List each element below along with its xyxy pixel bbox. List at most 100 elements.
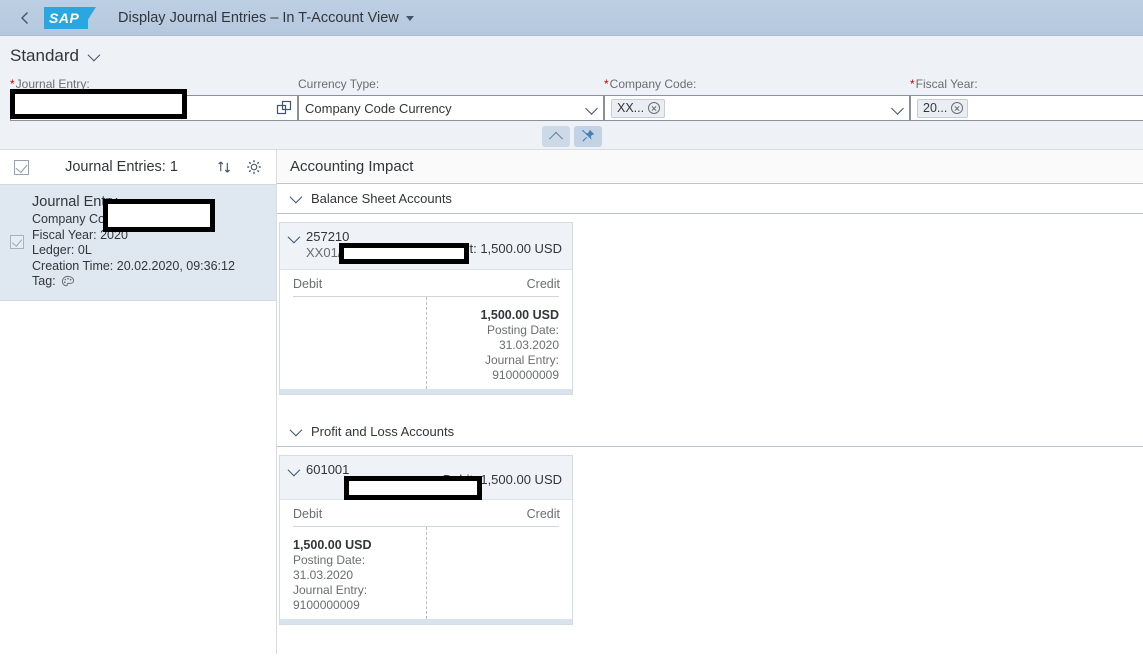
value-help-icon[interactable] [276,100,293,117]
t-account-credit-column [426,527,559,619]
t-account-column-headers: Debit Credit [280,270,572,296]
chevron-down-icon[interactable] [287,230,301,244]
palette-glyph [61,275,74,286]
list-item-tag-row: Tag: [32,274,266,290]
t-account-wrap-profit-loss: 601001 Debit: 1,500.00 USD Debit Credit [277,447,1143,625]
company-code-multiinput[interactable]: XX... [604,95,910,121]
pin-icon [581,129,594,142]
entry-amount: 1,500.00 USD [293,538,372,552]
list-item-ledger: Ledger: 0L [32,243,92,257]
chevron-down-icon[interactable] [289,423,303,437]
filter-bar: Standard *Journal Entry: Currency Type: [0,36,1143,150]
currency-type-value: Company Code Currency [305,100,452,116]
accounting-impact-pane: Accounting Impact Balance Sheet Accounts… [277,150,1143,654]
debit-column-header: Debit [293,277,323,291]
t-account-debit-column: 1,500.00 USD Posting Date: 31.03.2020 Jo… [293,527,426,619]
fiscal-year-token[interactable]: 20... [917,98,969,118]
debit-column-header: Debit [293,507,323,521]
variant-row: Standard [0,36,1143,76]
gear-icon[interactable] [244,157,264,177]
list-item-content: Journal Entry Company Code Fiscal Year: … [32,193,266,290]
t-account-body: Debit Credit 1,500.00 USD Posting Date: … [280,270,572,394]
entry-journal-entry: 9100000009 [492,368,559,382]
entry-journal-entry-label: Journal Entry: [484,353,559,367]
t-account-header-texts: 601001 [306,462,482,500]
t-account-header[interactable]: 601001 Debit: 1,500.00 USD [280,456,572,500]
filter-field-currency-type: Currency Type: Company Code Currency [298,76,604,121]
t-account-body: Debit Credit 1,500.00 USD Posting Date: … [280,500,572,624]
token-label: XX... [617,101,645,115]
filter-bar-actions [0,121,1143,149]
token-label: 20... [923,101,948,115]
list-header: Journal Entries: 1 [0,150,276,184]
group-label: Balance Sheet Accounts [311,191,452,206]
list-header-title: Journal Entries: 1 [65,159,178,175]
credit-column-header: Credit [526,277,560,291]
token-remove-icon[interactable] [951,102,964,114]
entry-journal-entry-label: Journal Entry: [293,583,368,597]
t-account-card: 257210 XX01/0L/2020 Credit: 1,500.00 USD… [279,222,573,395]
filter-field-fiscal-year: *Fiscal Year: 20... [910,76,1143,121]
collapse-filter-bar-button[interactable] [541,125,570,147]
chevron-down-icon[interactable] [287,463,301,477]
app-title-menu[interactable]: Display Journal Entries – In T-Account V… [118,10,414,26]
t-account-columns: 1,500.00 USD Posting Date: 31.03.2020 Jo… [280,297,572,389]
gear-glyph [247,160,261,174]
page-title: Display Journal Entries – In T-Account V… [118,9,399,26]
back-arrow-icon[interactable] [12,5,38,31]
filter-field-company-code: *Company Code: XX... [604,76,910,121]
dropdown-arrow-icon[interactable] [585,102,598,115]
filter-field-journal-entry: *Journal Entry: [10,76,298,121]
logo-text: SAP [49,9,80,26]
t-account-columns: 1,500.00 USD Posting Date: 31.03.2020 Jo… [280,527,572,619]
variant-selector[interactable]: Standard [10,46,101,66]
t-account-credit-column: 1,500.00 USD Posting Date: 31.03.2020 Jo… [426,297,559,389]
entry-posting-date-label: Posting Date: [293,553,366,567]
journal-entries-list-pane: Journal Entries: 1 Journal Entry Company… [0,150,277,654]
t-account-column-headers: Debit Credit [280,500,572,526]
caret-down-icon[interactable] [405,16,414,21]
dropdown-arrow-icon[interactable] [891,102,904,115]
credit-column-header: Credit [526,507,560,521]
shell-header: SAP Display Journal Entries – In T-Accou… [0,0,1143,36]
t-account-footer-bar [280,619,572,624]
required-indicator: * [604,77,609,91]
fiscal-year-multiinput[interactable]: 20... [910,95,1143,121]
back-arrow-glyph [21,11,28,24]
redaction-box-account-description [339,243,469,264]
chevron-down-icon[interactable] [87,48,101,61]
chevron-up-icon [548,131,563,146]
required-indicator: * [910,77,915,91]
select-all-checkbox[interactable] [14,159,29,175]
value-help-glyph [276,100,292,115]
chevron-down-icon[interactable] [289,190,303,204]
sort-icon[interactable] [214,157,234,177]
fiscal-year-label: *Fiscal Year: [910,77,978,91]
sap-logo: SAP [44,6,96,29]
currency-type-select[interactable]: Company Code Currency [298,95,604,121]
pin-filter-bar-button[interactable] [573,125,602,147]
entry-amount: 1,500.00 USD [480,308,559,322]
logo-triangle [82,6,96,29]
sort-glyph [217,160,230,173]
t-account-wrap-balance-sheet: 257210 XX01/0L/2020 Credit: 1,500.00 USD… [277,214,1143,395]
list-item[interactable]: Journal Entry Company Code Fiscal Year: … [0,184,276,301]
t-account-header[interactable]: 257210 XX01/0L/2020 Credit: 1,500.00 USD [280,223,572,270]
redaction-box-list-item [103,199,215,232]
variant-name: Standard [10,46,79,65]
token-remove-icon[interactable] [648,102,661,114]
group-header-profit-loss[interactable]: Profit and Loss Accounts [277,417,1143,447]
list-item-creation-time: Creation Time: 20.02.2020, 09:36:12 [32,258,235,273]
entry-posting-date-label: Posting Date: [486,323,559,337]
entry-journal-entry: 9100000009 [293,598,360,612]
tag-label: Tag: [32,274,56,288]
palette-icon[interactable] [61,275,75,289]
t-account-debit-column [293,297,426,389]
company-code-token[interactable]: XX... [611,98,666,118]
group-header-balance-sheet[interactable]: Balance Sheet Accounts [277,184,1143,214]
list-item-checkbox[interactable] [10,235,24,249]
t-account-card: 601001 Debit: 1,500.00 USD Debit Credit [279,455,573,625]
t-account-footer-bar [280,389,572,394]
currency-type-label: Currency Type: [298,77,380,91]
